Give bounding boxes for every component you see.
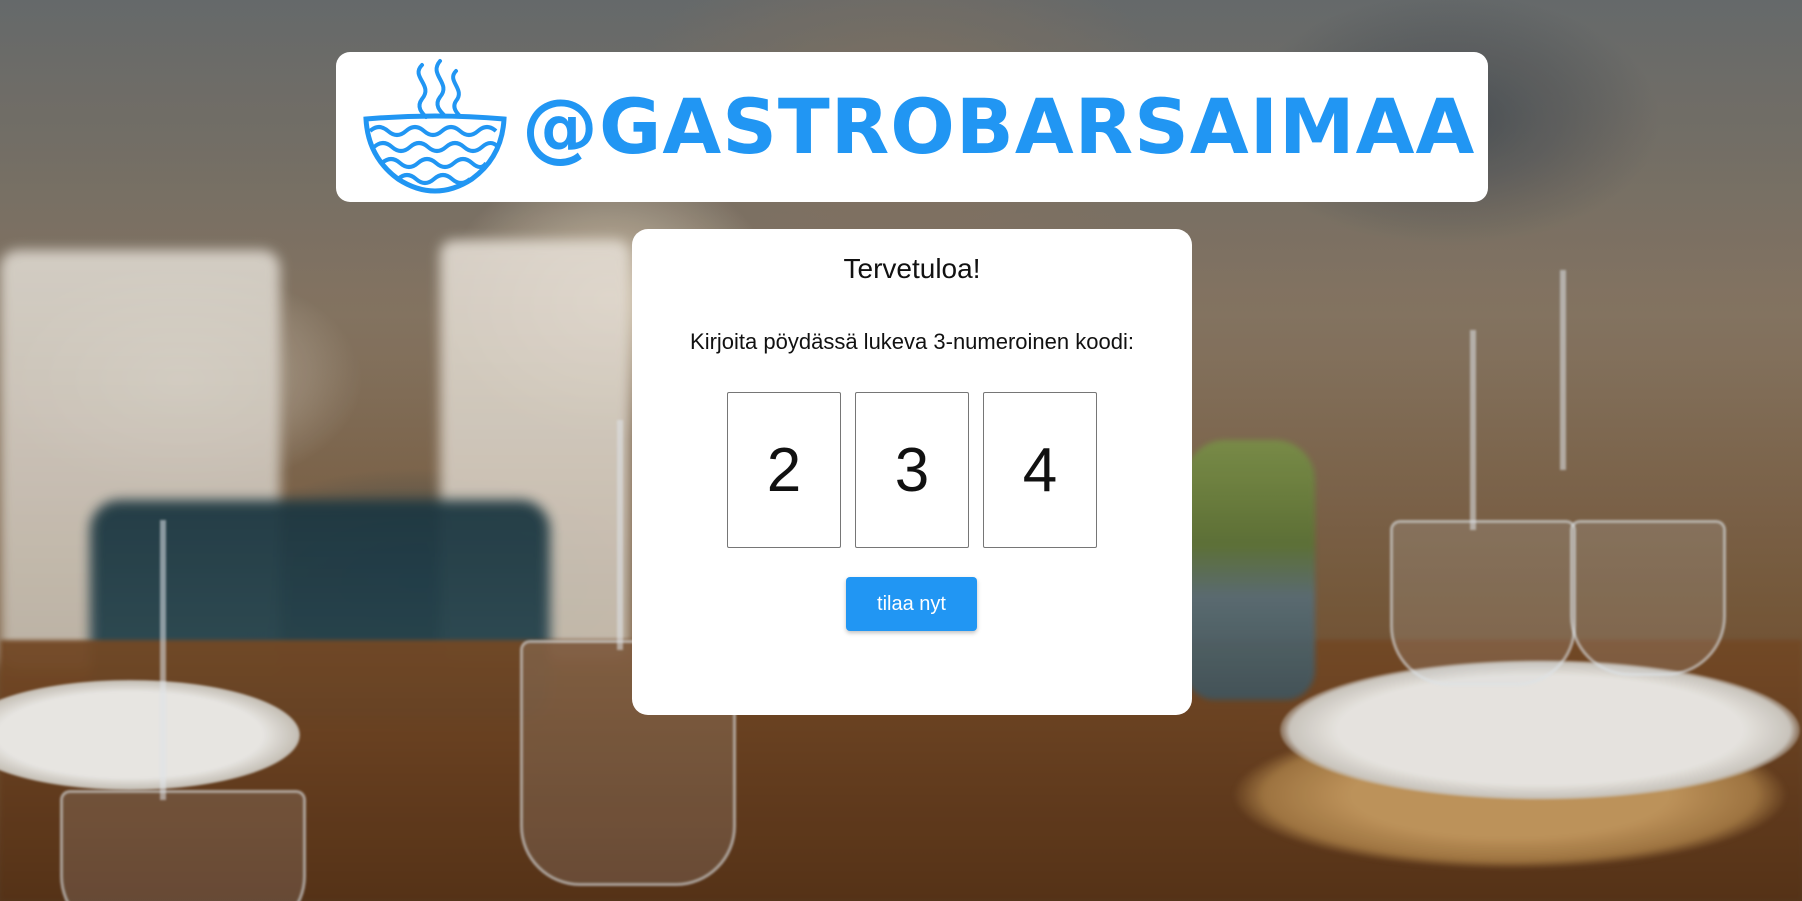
page: @GASTROBARSAIMAA Tervetuloa! Kirjoita pö… xyxy=(0,0,1802,901)
order-code-card: Tervetuloa! Kirjoita pöydässä lukeva 3-n… xyxy=(632,229,1192,715)
header-banner: @GASTROBARSAIMAA xyxy=(336,52,1488,202)
code-digit-1-input[interactable] xyxy=(727,392,841,548)
code-instruction: Kirjoita pöydässä lukeva 3-numeroinen ko… xyxy=(690,329,1134,354)
order-now-button[interactable]: tilaa nyt xyxy=(846,577,977,631)
code-input-row xyxy=(632,392,1192,548)
steaming-bowl-icon xyxy=(363,59,507,194)
card-title: Tervetuloa! xyxy=(843,253,981,284)
code-digit-2-input[interactable] xyxy=(855,392,969,548)
brand-name: @GASTROBARSAIMAA xyxy=(522,82,1476,171)
code-digit-3-input[interactable] xyxy=(983,392,1097,548)
